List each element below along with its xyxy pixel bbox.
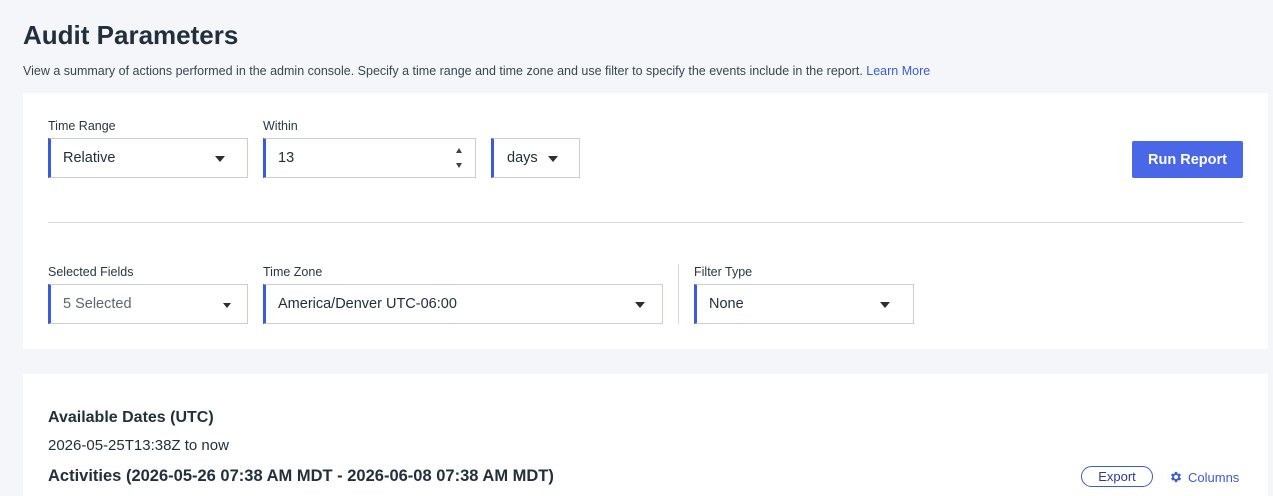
time-range-select[interactable]: Relative <box>48 138 248 178</box>
selected-fields-label: Selected Fields <box>48 265 134 279</box>
time-zone-label: Time Zone <box>263 265 323 279</box>
filter-type-label: Filter Type <box>694 265 753 279</box>
chevron-down-icon <box>635 302 645 308</box>
run-report-button[interactable]: Run Report <box>1132 141 1243 178</box>
page-title: Audit Parameters <box>23 20 239 50</box>
within-label: Within <box>263 119 298 133</box>
stepper-icon[interactable] <box>455 145 465 171</box>
filter-type-select[interactable]: None <box>694 284 914 324</box>
activities-title: Activities (2026-05-26 07:38 AM MDT - 20… <box>48 467 554 485</box>
within-value: 13 <box>278 150 295 166</box>
available-dates-value: 2026-05-25T13:38Z to now <box>48 437 229 454</box>
columns-button[interactable]: Columns <box>1169 468 1239 486</box>
page-description: View a summary of actions performed in t… <box>23 64 930 78</box>
time-unit-select[interactable]: days <box>491 138 580 178</box>
filter-type-value: None <box>709 296 744 312</box>
gear-icon <box>1170 471 1182 483</box>
export-button[interactable]: Export <box>1081 466 1153 487</box>
time-range-label: Time Range <box>48 119 116 133</box>
audit-results-panel: Available Dates (UTC) 2026-05-25T13:38Z … <box>23 374 1268 496</box>
columns-label: Columns <box>1188 469 1240 485</box>
selected-fields-value: 5 Selected <box>63 296 132 312</box>
time-unit-value: days <box>507 150 538 166</box>
audit-parameters-panel: Time Range Relative Within 13 days Run R… <box>23 93 1268 349</box>
section-divider <box>48 222 1243 223</box>
available-dates-title: Available Dates (UTC) <box>48 409 214 426</box>
within-number-input[interactable]: 13 <box>263 138 476 178</box>
chevron-down-icon <box>223 303 231 308</box>
learn-more-link[interactable]: Learn More <box>866 64 930 78</box>
description-text: View a summary of actions performed in t… <box>23 64 863 78</box>
time-range-value: Relative <box>63 150 116 166</box>
chevron-down-icon <box>880 302 890 308</box>
selected-fields-select[interactable]: 5 Selected <box>48 284 248 324</box>
chevron-down-icon <box>215 156 225 162</box>
chevron-down-icon <box>548 156 558 162</box>
stepper-up-icon[interactable] <box>456 148 462 153</box>
vertical-divider <box>678 264 679 324</box>
time-zone-select[interactable]: America/Denver UTC-06:00 <box>263 284 663 324</box>
time-zone-value: America/Denver UTC-06:00 <box>278 296 457 312</box>
stepper-down-icon[interactable] <box>456 163 462 168</box>
